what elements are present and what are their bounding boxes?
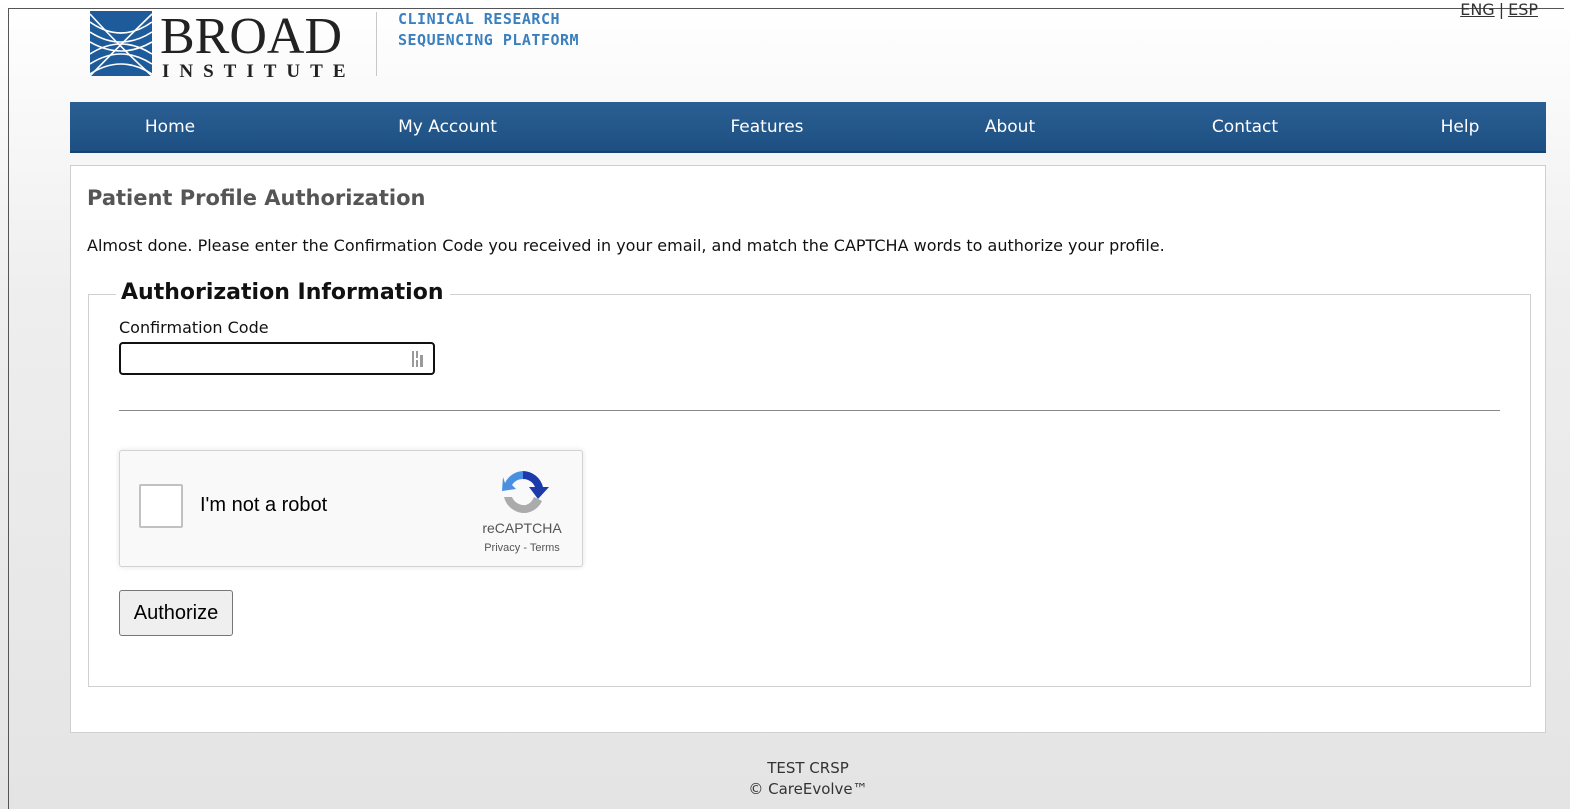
- language-switcher: ENG | ESP: [1460, 0, 1538, 20]
- lang-separator: |: [1498, 0, 1505, 19]
- main-nav: Home My Account Features About Contact H…: [70, 102, 1546, 153]
- section-divider: [119, 410, 1500, 411]
- lang-esp-link[interactable]: ESP: [1508, 0, 1538, 19]
- recaptcha-links: Privacy - Terms: [470, 542, 574, 554]
- authorize-button[interactable]: Authorize: [119, 590, 233, 636]
- confirmation-code-label: Confirmation Code: [119, 318, 269, 337]
- platform-name: CLINICAL RESEARCH SEQUENCING PLATFORM: [398, 9, 579, 51]
- content-panel: Patient Profile Authorization Almost don…: [70, 165, 1546, 733]
- confirmation-code-input[interactable]: [119, 342, 435, 375]
- fieldset-legend: Authorization Information: [116, 279, 450, 307]
- svg-text:INSTITUTE: INSTITUTE: [162, 61, 356, 80]
- authorization-fieldset: Authorization Information Confirmation C…: [88, 279, 1531, 687]
- window-frame-left: [8, 8, 9, 809]
- recaptcha-privacy-link[interactable]: Privacy: [484, 542, 520, 554]
- recaptcha-widget: I'm not a robot reCAPTCHA Privacy - Term…: [119, 450, 583, 567]
- recaptcha-label: I'm not a robot: [200, 494, 328, 516]
- password-manager-icon[interactable]: [411, 350, 425, 368]
- site-header: BROAD INSTITUTE CLINICAL RESEARCH SEQUEN…: [0, 0, 1570, 102]
- recaptcha-logo-icon: [502, 471, 549, 514]
- broad-institute-logo[interactable]: BROAD INSTITUTE: [90, 8, 360, 80]
- nav-item-about[interactable]: About: [960, 102, 1060, 153]
- nav-item-home[interactable]: Home: [110, 102, 230, 153]
- nav-item-contact[interactable]: Contact: [1190, 102, 1300, 153]
- nav-item-features[interactable]: Features: [707, 102, 827, 153]
- page-title: Patient Profile Authorization: [87, 186, 426, 210]
- footer-environment: TEST CRSP: [767, 759, 849, 777]
- platform-name-line1: CLINICAL RESEARCH: [398, 10, 561, 28]
- recaptcha-links-separator: -: [520, 542, 530, 554]
- nav-item-help[interactable]: Help: [1420, 102, 1500, 153]
- logo-divider: [376, 12, 377, 76]
- site-footer: TEST CRSP © CareEvolve™: [70, 758, 1546, 800]
- nav-item-my-account[interactable]: My Account: [370, 102, 525, 153]
- recaptcha-checkbox[interactable]: [139, 484, 183, 528]
- footer-copyright: © CareEvolve™: [748, 780, 868, 798]
- recaptcha-brand: reCAPTCHA: [482, 520, 562, 536]
- recaptcha-terms-link[interactable]: Terms: [530, 542, 560, 554]
- intro-text: Almost done. Please enter the Confirmati…: [87, 236, 1165, 255]
- platform-name-line2: SEQUENCING PLATFORM: [398, 31, 580, 49]
- svg-text:BROAD: BROAD: [160, 8, 342, 65]
- lang-eng-link[interactable]: ENG: [1460, 0, 1494, 19]
